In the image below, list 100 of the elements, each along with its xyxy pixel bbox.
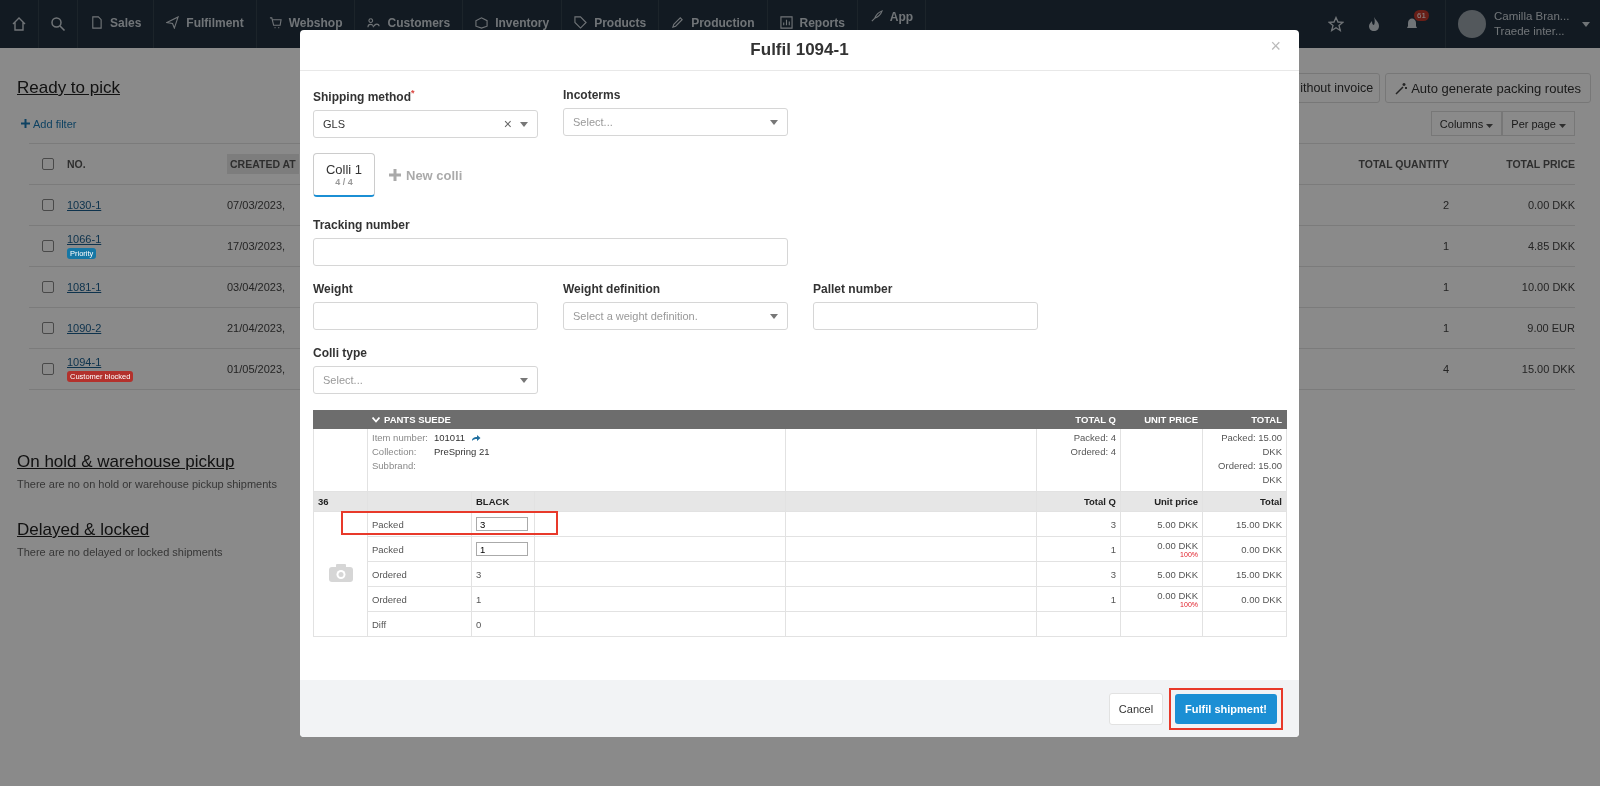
input-field[interactable] xyxy=(813,302,1038,330)
quantity-value: 1 xyxy=(476,593,482,605)
tag-icon xyxy=(574,16,588,29)
nav-item[interactable]: Sales xyxy=(78,0,155,48)
people-icon xyxy=(367,16,381,29)
field-label: Weight xyxy=(313,282,353,296)
company-name: Traede inter... xyxy=(1494,24,1565,39)
checkbox[interactable] xyxy=(42,281,54,293)
new-colli-button[interactable]: New colli xyxy=(389,167,463,183)
field-label: Weight definition xyxy=(563,282,661,296)
column-header[interactable]: NO. xyxy=(67,158,86,170)
select-field[interactable]: Select... xyxy=(313,366,538,394)
table-cell: 1 xyxy=(1442,240,1449,252)
field-label: Tracking number xyxy=(313,218,410,232)
unit-price: 5.00 DKK xyxy=(1157,518,1198,530)
avatar-icon[interactable] xyxy=(1458,10,1486,38)
column-header: TOTAL Q xyxy=(1075,414,1116,425)
caret-icon[interactable] xyxy=(1582,21,1590,27)
table-cell: 15.00 DKK xyxy=(1521,363,1575,375)
table-cell: 0.00 DKK xyxy=(1527,199,1575,211)
notification-badge: 61 xyxy=(1414,10,1429,21)
select-field[interactable]: GLS × xyxy=(313,110,538,138)
info-label: Subbrand: xyxy=(372,459,417,473)
unit-price: 0.00 DKK xyxy=(1157,540,1198,551)
product-name[interactable]: PANTS SUEDE xyxy=(372,414,451,426)
order-link[interactable]: 1030-1 xyxy=(67,199,102,211)
share-arrow-icon[interactable] xyxy=(471,434,481,442)
plus-icon xyxy=(21,119,30,128)
section-title: Delayed & locked xyxy=(17,520,150,540)
order-link[interactable]: 1066-1 xyxy=(67,233,102,245)
user-name: Camilla Bran... xyxy=(1494,9,1570,24)
table-cell: 9.00 EUR xyxy=(1527,322,1575,334)
line-label: Packed xyxy=(372,518,404,530)
select-field[interactable]: Select... xyxy=(563,108,788,136)
checkbox[interactable] xyxy=(42,158,54,170)
plus-icon xyxy=(389,169,401,181)
table-cell: 3 xyxy=(1110,568,1116,580)
table-cell: 3 xyxy=(1110,518,1116,530)
caret-icon xyxy=(1559,123,1566,128)
field-label: Colli type xyxy=(313,346,367,360)
section-title: On hold & warehouse pickup xyxy=(17,452,235,472)
table-cell: 1 xyxy=(1110,593,1116,605)
info-value: PreSpring 21 xyxy=(434,445,490,459)
order-link[interactable]: 1081-1 xyxy=(67,281,102,293)
dropdown-button[interactable]: Per page xyxy=(1502,111,1575,136)
cart-icon xyxy=(268,16,282,29)
section-title: Ready to pick xyxy=(17,78,120,98)
column-header: Total xyxy=(1260,496,1282,507)
size-label: 36 xyxy=(318,496,329,507)
table-cell: 15.00 DKK xyxy=(1236,568,1282,580)
info-value: 101011 xyxy=(434,431,465,445)
input-field[interactable] xyxy=(313,238,788,266)
close-button[interactable]: × xyxy=(1270,36,1281,57)
select-field[interactable]: Select a weight definition. xyxy=(563,302,788,330)
field-label: Incoterms xyxy=(563,88,621,102)
line-label: Ordered xyxy=(372,593,407,605)
magic-wand-icon xyxy=(1395,81,1409,95)
column-header: Total Q xyxy=(1083,496,1116,507)
add-filter-link[interactable]: Add filter xyxy=(21,117,77,130)
table-cell: 0.00 DKK xyxy=(1241,593,1282,605)
column-header: UNIT PRICE xyxy=(1144,414,1198,425)
table-cell: 10.00 DKK xyxy=(1521,281,1575,293)
input-field[interactable] xyxy=(313,302,538,330)
column-header[interactable]: CREATED AT xyxy=(227,154,299,174)
table-cell: 15.00 DKK xyxy=(1236,518,1282,530)
total-amount: Packed: 15.00 DKK xyxy=(1220,431,1282,459)
checkbox[interactable] xyxy=(42,199,54,211)
dropdown-button[interactable]: Columns xyxy=(1430,111,1503,136)
caret-icon xyxy=(520,121,528,127)
variant-label: BLACK xyxy=(476,496,510,507)
order-link[interactable]: 1094-1 xyxy=(67,356,102,368)
order-link[interactable]: 1090-2 xyxy=(67,322,102,334)
table-cell: 0.00 DKK xyxy=(1241,543,1282,555)
quantity-value: 0 xyxy=(476,618,482,630)
table-cell: 4 xyxy=(1442,363,1449,375)
quantity-input[interactable]: 1 xyxy=(476,542,528,556)
checkbox[interactable] xyxy=(42,363,54,375)
column-header[interactable]: TOTAL QUANTITY xyxy=(1358,158,1449,170)
nav-item[interactable]: Fulfilment xyxy=(154,0,257,48)
checkbox[interactable] xyxy=(42,322,54,334)
colli-tab[interactable]: Colli 1 4 / 4 xyxy=(313,153,375,197)
document-icon xyxy=(90,16,103,29)
checkbox[interactable] xyxy=(42,240,54,252)
caret-icon xyxy=(770,313,778,319)
paper-plane-icon xyxy=(166,16,180,29)
line-label: Ordered xyxy=(372,568,407,580)
field-label: Shipping method$^{*}$ xyxy=(313,88,415,104)
column-header[interactable]: TOTAL PRICE xyxy=(1506,158,1575,170)
fulfil-button[interactable]: Fulfil shipment! xyxy=(1175,693,1277,724)
line-label: Packed xyxy=(372,543,404,555)
info-label: Item number: xyxy=(372,431,428,445)
table-cell: 07/03/2023, xyxy=(227,199,286,211)
quantity-input[interactable]: 3 xyxy=(476,517,528,531)
caret-icon xyxy=(770,119,778,125)
chevron-down-icon xyxy=(372,416,380,423)
cancel-button[interactable]: Cancel xyxy=(1108,692,1164,725)
table-cell: 17/03/2023, xyxy=(227,240,286,252)
quantity-value: 3 xyxy=(476,568,482,580)
info-label: Collection: xyxy=(372,445,418,459)
toolbar-button[interactable]: Auto generate packing routes xyxy=(1385,73,1591,103)
